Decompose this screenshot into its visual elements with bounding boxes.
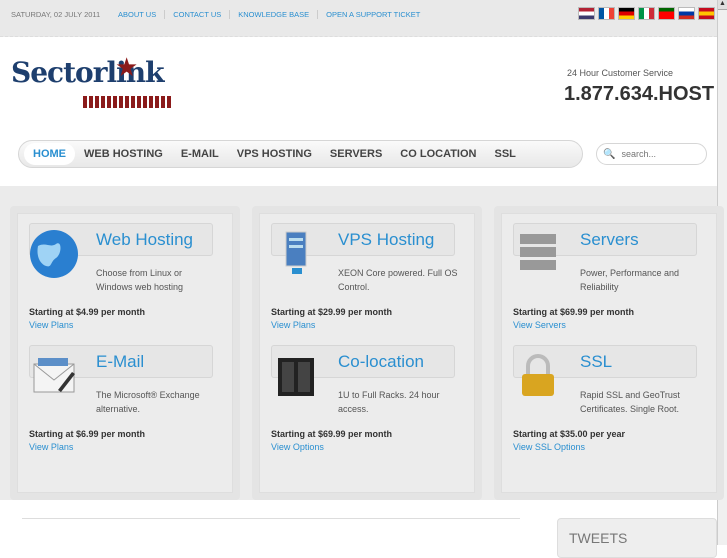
service-globe: Web Hosting Choose from Linux or Windows… (18, 214, 232, 334)
knowledge-base-link[interactable]: KNOWLEDGE BASE (229, 10, 317, 19)
language-flags (578, 7, 715, 20)
service-servers: Servers Power, Performance and Reliabili… (502, 214, 716, 334)
service-link[interactable]: View Plans (271, 320, 315, 330)
main-nav: HOME WEB HOSTING E-MAIL VPS HOSTING SERV… (18, 140, 583, 168)
server-icon (270, 228, 322, 280)
service-description: XEON Core powered. Full OS Control. (338, 268, 458, 292)
services-area: Web Hosting Choose from Linux or Windows… (0, 186, 724, 500)
sectorlink-logo[interactable]: Sectorlink ★ (11, 52, 173, 108)
logo-text: Sectorlink (11, 56, 164, 89)
service-link[interactable]: View Plans (29, 442, 73, 452)
service-link[interactable]: View SSL Options (513, 442, 585, 452)
service-column: Servers Power, Performance and Reliabili… (494, 206, 724, 500)
globe-icon (28, 228, 80, 280)
service-column: VPS Hosting XEON Core powered. Full OS C… (252, 206, 482, 500)
service-description: 1U to Full Racks. 24 hour access. (338, 390, 440, 414)
scroll-up-arrow-icon[interactable]: ▲ (718, 0, 727, 10)
flag-portuguese-icon[interactable] (658, 7, 675, 20)
top-links: ABOUT US CONTACT US KNOWLEDGE BASE OPEN … (110, 10, 428, 19)
service-description: Power, Performance and Reliability (580, 268, 680, 292)
nav-servers[interactable]: SERVERS (321, 143, 391, 165)
flag-english-icon[interactable] (578, 7, 595, 20)
search-icon: 🔍 (603, 148, 616, 160)
top-bar: SATURDAY, 02 JULY 2011 ABOUT US CONTACT … (0, 0, 717, 37)
divider (22, 518, 520, 519)
service-title[interactable]: E-Mail (96, 352, 144, 372)
service-price: Starting at $29.99 per month (271, 307, 393, 317)
nav-web-hosting[interactable]: WEB HOSTING (75, 143, 172, 165)
service-email: E-Mail The Microsoft® Exchange alternati… (18, 336, 232, 456)
service-link[interactable]: View Servers (513, 320, 566, 330)
service-price: Starting at $4.99 per month (29, 307, 146, 317)
lock-icon (512, 350, 564, 402)
tweets-panel: TWEETS (557, 518, 717, 558)
service-price: Starting at $6.99 per month (29, 429, 146, 439)
service-price: Starting at $35.00 per year (513, 429, 626, 439)
service-link[interactable]: View Options (271, 442, 324, 452)
customer-service-label: 24 Hour Customer Service (567, 68, 674, 78)
support-ticket-link[interactable]: OPEN A SUPPORT TICKET (317, 10, 428, 19)
service-description: The Microsoft® Exchange alternative. (96, 390, 200, 414)
email-icon (28, 350, 80, 402)
current-date: SATURDAY, 02 JULY 2011 (11, 10, 101, 19)
tweets-title: TWEETS (569, 530, 628, 546)
service-title[interactable]: Co-location (338, 352, 424, 372)
service-link[interactable]: View Plans (29, 320, 73, 330)
flag-french-icon[interactable] (598, 7, 615, 20)
flag-german-icon[interactable] (618, 7, 635, 20)
service-title[interactable]: Servers (580, 230, 639, 250)
search-input[interactable] (621, 149, 702, 159)
service-title[interactable]: SSL (580, 352, 612, 372)
service-server: VPS Hosting XEON Core powered. Full OS C… (260, 214, 474, 334)
nav-vps-hosting[interactable]: VPS HOSTING (228, 143, 321, 165)
service-column: Web Hosting Choose from Linux or Windows… (10, 206, 240, 500)
rack-icon (270, 350, 322, 402)
phone-number: 1.877.634.HOST (564, 83, 715, 105)
star-icon: ★ (115, 52, 139, 82)
about-us-link[interactable]: ABOUT US (110, 10, 164, 19)
flag-russian-icon[interactable] (678, 7, 695, 20)
nav-email[interactable]: E-MAIL (172, 143, 228, 165)
servers-icon (512, 228, 564, 280)
service-rack: Co-location 1U to Full Racks. 24 hour ac… (260, 336, 474, 456)
flag-italian-icon[interactable] (638, 7, 655, 20)
service-description: Choose from Linux or Windows web hosting (96, 268, 184, 292)
service-lock: SSL Rapid SSL and GeoTrust Certificates.… (502, 336, 716, 456)
service-price: Starting at $69.99 per month (513, 307, 635, 317)
search-box[interactable]: 🔍 (596, 143, 707, 165)
nav-home[interactable]: HOME (24, 143, 75, 165)
contact-us-link[interactable]: CONTACT US (164, 10, 229, 19)
service-description: Rapid SSL and GeoTrust Certificates. Sin… (580, 390, 680, 414)
nav-co-location[interactable]: CO LOCATION (391, 143, 485, 165)
service-title[interactable]: Web Hosting (96, 230, 193, 250)
logo-bars (83, 96, 173, 108)
nav-ssl[interactable]: SSL (485, 143, 524, 165)
service-title[interactable]: VPS Hosting (338, 230, 434, 250)
service-price: Starting at $69.99 per month (271, 429, 393, 439)
flag-spanish-icon[interactable] (698, 7, 715, 20)
